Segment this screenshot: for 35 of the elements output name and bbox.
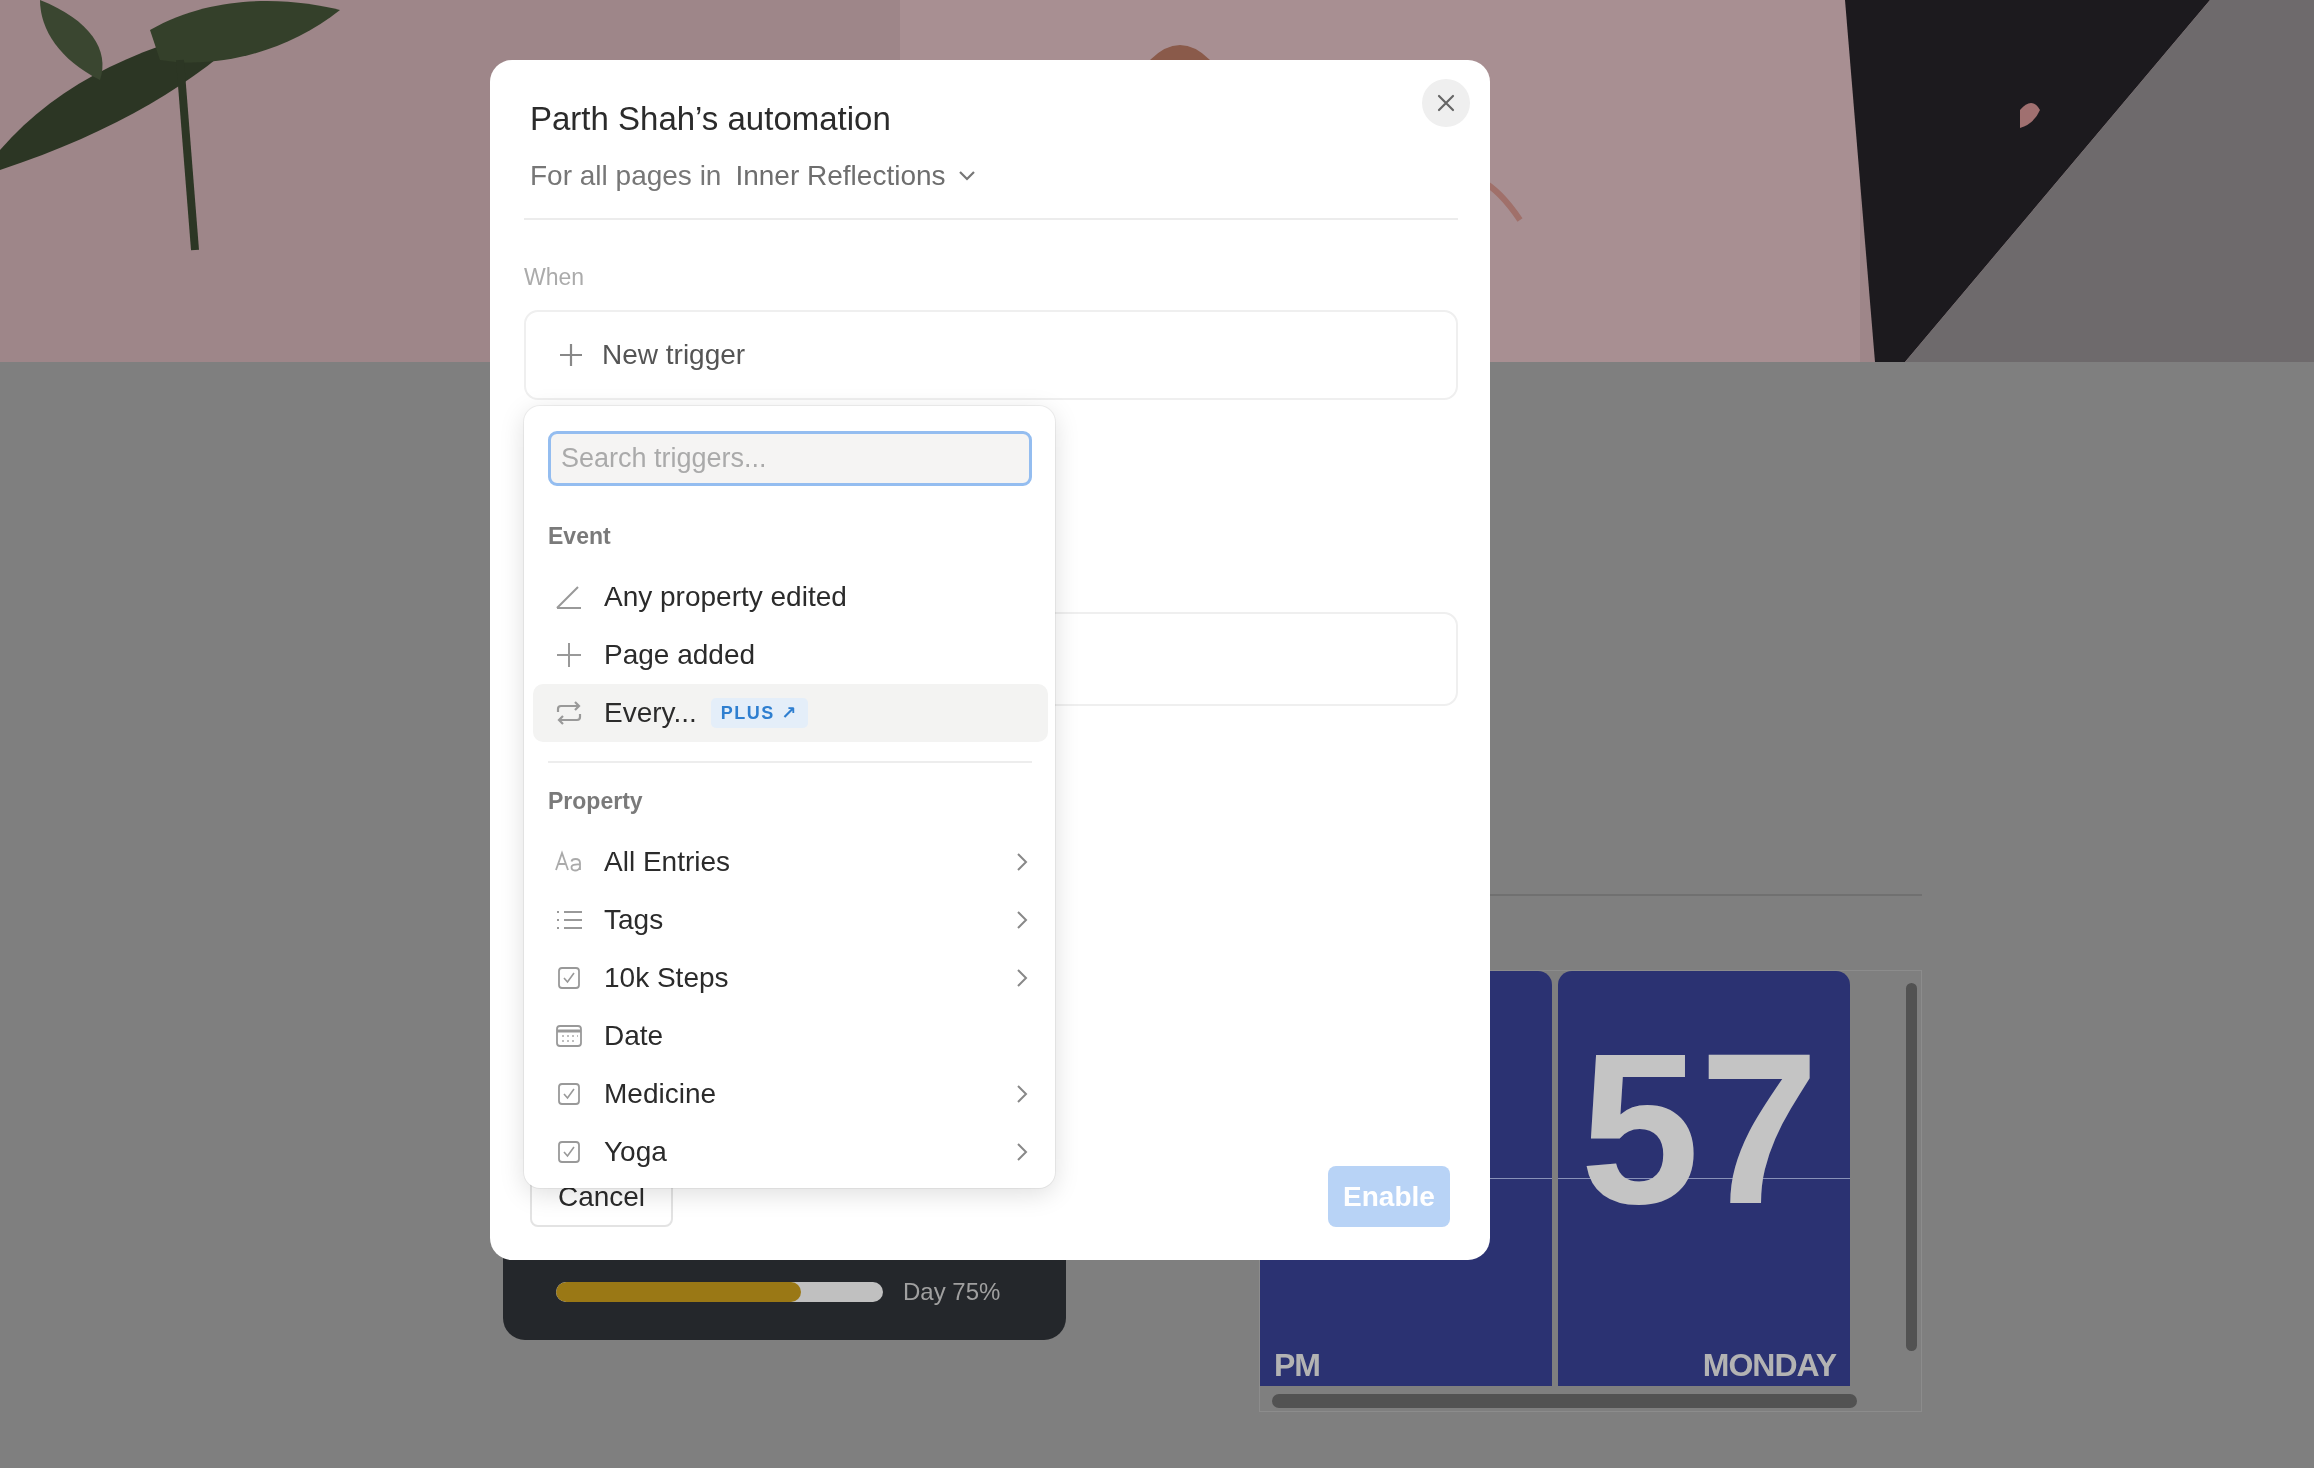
menu-item[interactable]: 10k Steps [533, 949, 1048, 1007]
chevron-right-icon [1016, 910, 1028, 930]
database-dropdown[interactable]: Inner Reflections [735, 160, 976, 192]
new-trigger-button[interactable]: New trigger [524, 310, 1458, 400]
scrollbar[interactable] [1906, 983, 1917, 1351]
repeat-icon [554, 699, 584, 727]
day-label: MONDAY [1702, 1347, 1836, 1384]
chevron-right-icon [1016, 1142, 1028, 1162]
plus-badge: PLUS ↗ [710, 698, 808, 728]
menu-item[interactable]: Page added [533, 626, 1048, 684]
menu-item[interactable]: Every... PLUS ↗ [533, 684, 1048, 742]
menu-item[interactable]: Date [533, 1007, 1048, 1065]
progress-label: Day 75% [903, 1278, 1001, 1306]
scope-label: For all pages in [530, 160, 722, 192]
chevron-down-icon [957, 170, 976, 182]
chevron-right-icon [1016, 852, 1028, 872]
close-icon [1437, 94, 1455, 112]
dialog-title: Parth Shah’s automation [530, 99, 891, 139]
section-heading: Event [548, 522, 612, 551]
search-field[interactable]: Search triggers... [548, 431, 1032, 486]
close-button[interactable] [1422, 79, 1470, 127]
section-label: When [524, 263, 586, 292]
menu-item[interactable]: Tags [533, 891, 1048, 949]
chevron-right-icon [1016, 1084, 1028, 1104]
menu-item[interactable]: All Entries [533, 833, 1048, 891]
menu-item[interactable]: Any property edited [533, 568, 1048, 626]
section-heading: Property [548, 787, 644, 816]
chevron-right-icon [1016, 968, 1028, 988]
calendar-icon [554, 1022, 584, 1050]
pencil-icon [554, 583, 584, 611]
scrollbar[interactable] [1272, 1394, 1857, 1408]
menu-item[interactable]: Medicine [533, 1065, 1048, 1123]
period-label: PM [1274, 1347, 1320, 1384]
plus-icon [558, 342, 584, 368]
plus-icon [554, 641, 584, 669]
